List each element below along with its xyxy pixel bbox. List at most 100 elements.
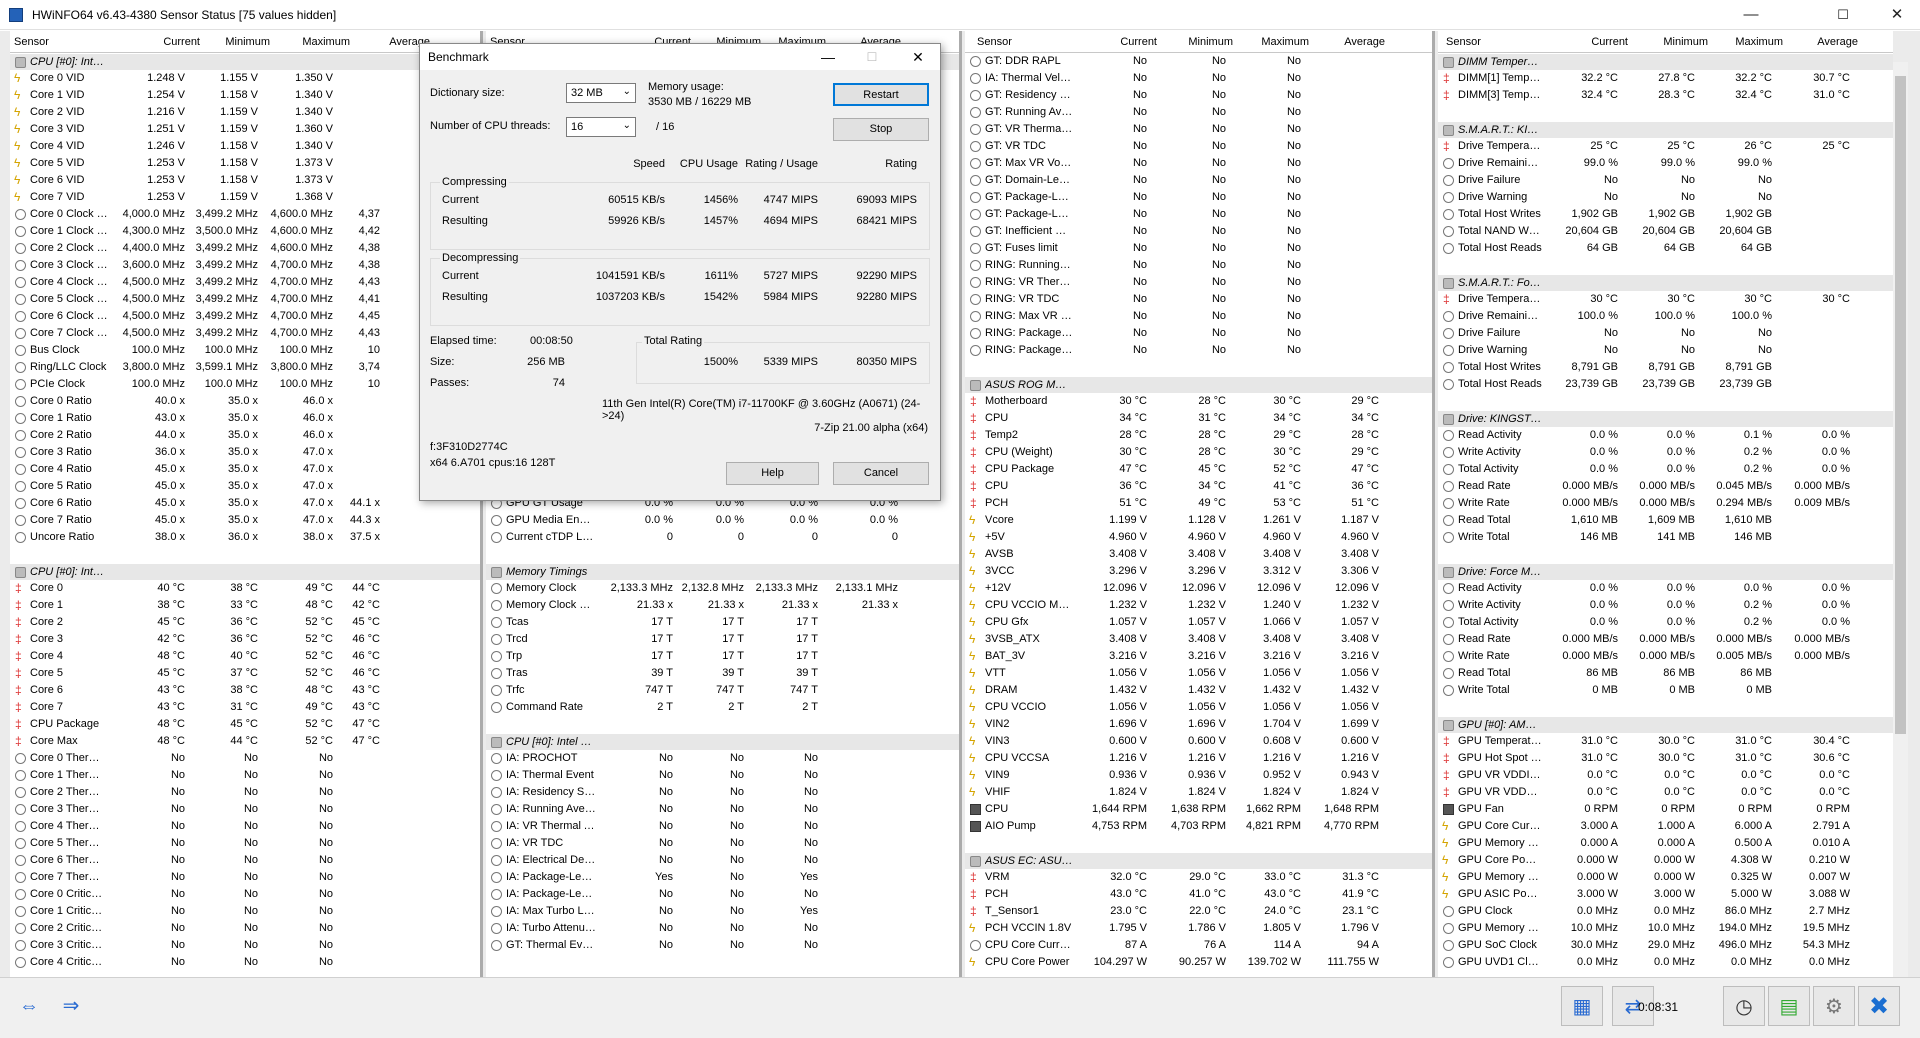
sensor-row[interactable]: Total Host Writes 1,902 GB 1,902 GB 1,902 G…: [1438, 206, 1893, 223]
column-header[interactable]: Sensor Current Minimum Maximum Average: [1438, 31, 1893, 53]
sensor-row[interactable]: CPU Core Current 87 A 76 A 114 A 94 A: [965, 937, 1432, 954]
sensor-row[interactable]: ‡ Core Max 48 °C 44 °C 52 °C 47 °C: [10, 733, 480, 750]
header-average[interactable]: Average: [350, 36, 430, 48]
sensor-row[interactable]: GPU SoC Clock 30.0 MHz 29.0 MHz 496.0 MHz 54…: [1438, 937, 1893, 954]
sensor-row[interactable]: Uncore Ratio 38.0 x 36.0 x 38.0 x 37.5 x: [10, 529, 480, 546]
sensor-row[interactable]: RING: VR TDC No No No: [965, 291, 1432, 308]
sensor-row[interactable]: ‡ CPU Package 47 °C 45 °C 52 °C 47 °C: [965, 461, 1432, 478]
sensor-row[interactable]: IA: Package-Level ... Yes No Yes: [486, 869, 959, 886]
sensor-row[interactable]: GPU Media Engine ... 0.0 % 0.0 % 0.0 % 0.0 %: [486, 512, 959, 529]
sensor-row[interactable]: IA: Thermal Velocit... No No No: [965, 70, 1432, 87]
header-current[interactable]: Current: [120, 36, 200, 48]
sensor-row[interactable]: Total Host Writes 8,791 GB 8,791 GB 8,791 G…: [1438, 359, 1893, 376]
sensor-row[interactable]: Core 5 Ratio 45.0 x 35.0 x 47.0 x: [10, 478, 480, 495]
close-sensors-icon[interactable]: ✖: [1858, 986, 1900, 1026]
sensor-row[interactable]: ‡ Motherboard 30 °C 28 °C 30 °C 29 °C: [965, 393, 1432, 410]
sensor-row[interactable]: Core 1 Clock (perf ... 4,300.0 MHz 3,500.0…: [10, 223, 480, 240]
sensor-row[interactable]: ‡ Core 5 45 °C 37 °C 52 °C 46 °C: [10, 665, 480, 682]
sensor-row[interactable]: Total Activity 0.0 % 0.0 % 0.2 % 0.0 %: [1438, 461, 1893, 478]
sensor-row[interactable]: ‡ CPU Package 48 °C 45 °C 52 °C 47 °C: [10, 716, 480, 733]
sensor-row[interactable]: Write Total 146 MB 141 MB 146 MB: [1438, 529, 1893, 546]
sensor-row[interactable]: Read Rate 0.000 MB/s 0.000 MB/s 0.000 MB/s 0…: [1438, 631, 1893, 648]
sensor-row[interactable]: Core 4 Ratio 45.0 x 35.0 x 47.0 x: [10, 461, 480, 478]
cpu-threads-select[interactable]: 16 ⌄: [566, 117, 636, 137]
sensor-row[interactable]: GPU Fan 0 RPM 0 RPM 0 RPM 0 RPM: [1438, 801, 1893, 818]
sensor-group-header[interactable]: CPU [#0]: Intel Cor...: [10, 563, 480, 580]
benchmark-minimize-button[interactable]: —: [806, 44, 850, 70]
sensor-row[interactable]: Core 7 Clock (perf ... 4,500.0 MHz 3,499.2…: [10, 325, 480, 342]
sensor-row[interactable]: Core 2 Thermal Thr... No No No: [10, 784, 480, 801]
minimize-button[interactable]: —: [1728, 0, 1774, 30]
sensor-row[interactable]: Tcas 17 T 17 T 17 T: [486, 614, 959, 631]
sensor-row[interactable]: ‡ VRM 32.0 °C 29.0 °C 33.0 °C 31.3 °C: [965, 869, 1432, 886]
sensor-group-header[interactable]: CPU [#0]: Intel Cor...: [10, 53, 480, 70]
header-maximum[interactable]: Maximum: [1703, 36, 1783, 48]
sensor-row[interactable]: ϟ VIN9 0.936 V 0.936 V 0.952 V 0.943 V: [965, 767, 1432, 784]
sensor-row[interactable]: ϟ GPU Memory Curre... 0.000 A 0.000 A 0.500 …: [1438, 835, 1893, 852]
sensor-row[interactable]: Read Total 1,610 MB 1,609 MB 1,610 MB: [1438, 512, 1893, 529]
sensor-row[interactable]: Core 6 Clock (perf ... 4,500.0 MHz 3,499.2…: [10, 308, 480, 325]
sensor-row[interactable]: GT: VR TDC No No No: [965, 138, 1432, 155]
sensor-row[interactable]: RING: Package-Lev... No No No: [965, 342, 1432, 359]
sensor-row[interactable]: IA: Max Turbo Limit No No Yes: [486, 903, 959, 920]
navigate-left-right-icon[interactable]: ⇔: [10, 986, 48, 1026]
sensor-row[interactable]: ‡ Core 6 43 °C 38 °C 48 °C 43 °C: [10, 682, 480, 699]
header-minimum[interactable]: Minimum: [190, 36, 270, 48]
column-header[interactable]: Sensor Current Minimum Maximum Average: [965, 31, 1432, 53]
sensor-row[interactable]: Core 6 Ratio 45.0 x 35.0 x 47.0 x 44.1 x: [10, 495, 480, 512]
sensor-row[interactable]: ‡ Core 7 43 °C 31 °C 49 °C 43 °C: [10, 699, 480, 716]
sensor-row[interactable]: Core 5 Clock (perf ... 4,500.0 MHz 3,499.2…: [10, 291, 480, 308]
sensor-row[interactable]: ϟ Core 1 VID 1.254 V 1.158 V 1.340 V: [10, 87, 480, 104]
sensor-row[interactable]: GT: Max VR Voltage... No No No: [965, 155, 1432, 172]
sensor-row[interactable]: Read Rate 0.000 MB/s 0.000 MB/s 0.045 MB/s 0…: [1438, 478, 1893, 495]
sensor-row[interactable]: Write Activity 0.0 % 0.0 % 0.2 % 0.0 %: [1438, 444, 1893, 461]
sensor-row[interactable]: Write Activity 0.0 % 0.0 % 0.2 % 0.0 %: [1438, 597, 1893, 614]
sensor-row[interactable]: ϟ DRAM 1.432 V 1.432 V 1.432 V 1.432 V: [965, 682, 1432, 699]
sensor-row[interactable]: Total Host Reads 64 GB 64 GB 64 GB: [1438, 240, 1893, 257]
sensor-row[interactable]: ϟ VIN3 0.600 V 0.600 V 0.608 V 0.600 V: [965, 733, 1432, 750]
sensor-row[interactable]: ϟ Core 5 VID 1.253 V 1.158 V 1.373 V: [10, 155, 480, 172]
sensor-row[interactable]: Core 2 Ratio 44.0 x 35.0 x 46.0 x: [10, 427, 480, 444]
sensor-row[interactable]: RING: Max VR Volta... No No No: [965, 308, 1432, 325]
sensor-row[interactable]: GT: Thermal Event No No No: [486, 937, 959, 954]
sensor-row[interactable]: ‡ T_Sensor1 23.0 °C 22.0 °C 24.0 °C 23.1 °C: [965, 903, 1432, 920]
sensor-row[interactable]: GPU Clock 0.0 MHz 0.0 MHz 86.0 MHz 2.7 MHz: [1438, 903, 1893, 920]
sensor-row[interactable]: GT: Fuses limit No No No: [965, 240, 1432, 257]
sensor-row[interactable]: Trfc 747 T 747 T 747 T: [486, 682, 959, 699]
sensor-row[interactable]: GT: Domain-Level P... No No No: [965, 172, 1432, 189]
sensor-row[interactable]: ‡ Core 1 38 °C 33 °C 48 °C 42 °C: [10, 597, 480, 614]
sensor-row[interactable]: ϟ VHIF 1.824 V 1.824 V 1.824 V 1.824 V: [965, 784, 1432, 801]
sensor-row[interactable]: IA: VR Thermal Alert No No No: [486, 818, 959, 835]
sensor-row[interactable]: RING: VR Thermal ... No No No: [965, 274, 1432, 291]
sensor-row[interactable]: ‡ GPU VR VDDCI Tem... 0.0 °C 0.0 °C 0.0 °C 0.…: [1438, 784, 1893, 801]
sensor-row[interactable]: ϟ CPU VCCIO Mem OC 1.232 V 1.232 V 1.240 V 1.…: [965, 597, 1432, 614]
sensor-row[interactable]: ϟ 3VCC 3.296 V 3.296 V 3.312 V 3.306 V: [965, 563, 1432, 580]
sensor-row[interactable]: Drive Warning No No No: [1438, 342, 1893, 359]
sensor-row[interactable]: ϟ Core 0 VID 1.248 V 1.155 V 1.350 V: [10, 70, 480, 87]
sensor-row[interactable]: ‡ GPU VR VDDIO Tem... 0.0 °C 0.0 °C 0.0 °C 0.…: [1438, 767, 1893, 784]
sensor-group-header[interactable]: GPU [#0]: AMD Ra...: [1438, 716, 1893, 733]
sensor-row[interactable]: ϟ +5V 4.960 V 4.960 V 4.960 V 4.960 V: [965, 529, 1432, 546]
add-report-icon[interactable]: ▤: [1768, 986, 1810, 1026]
sensor-row[interactable]: Write Total 0 MB 0 MB 0 MB: [1438, 682, 1893, 699]
sensor-row[interactable]: IA: PROCHOT No No No: [486, 750, 959, 767]
sensor-row[interactable]: Current cTDP Level 0 0 0 0: [486, 529, 959, 546]
sensor-row[interactable]: CPU 1,644 RPM 1,638 RPM 1,662 RPM 1,648 RPM: [965, 801, 1432, 818]
header-sensor[interactable]: Sensor: [1446, 36, 1481, 48]
sensor-row[interactable]: GT: Package-Level ... No No No: [965, 189, 1432, 206]
header-current[interactable]: Current: [1548, 36, 1628, 48]
sensor-row[interactable]: Core 1 Critical Tem... No No No: [10, 903, 480, 920]
sensor-row[interactable]: GT: DDR RAPL No No No: [965, 53, 1432, 70]
sensor-row[interactable]: ‡ Temp2 28 °C 28 °C 29 °C 28 °C: [965, 427, 1432, 444]
sensor-row[interactable]: Drive Failure No No No: [1438, 325, 1893, 342]
sensor-row[interactable]: ‡ PCH 43.0 °C 41.0 °C 43.0 °C 41.9 °C: [965, 886, 1432, 903]
sensor-row[interactable]: ϟ VIN2 1.696 V 1.696 V 1.704 V 1.699 V: [965, 716, 1432, 733]
restart-button[interactable]: Restart: [833, 83, 929, 106]
sensor-row[interactable]: ‡ Core 4 48 °C 40 °C 52 °C 46 °C: [10, 648, 480, 665]
help-button[interactable]: Help: [726, 462, 819, 485]
close-button[interactable]: ✕: [1874, 0, 1920, 30]
sensor-row[interactable]: ϟ 3VSB_ATX 3.408 V 3.408 V 3.408 V 3.408 V: [965, 631, 1432, 648]
column-header[interactable]: Sensor Current Minimum Maximum Average: [10, 31, 480, 53]
sensor-row[interactable]: ϟ CPU VCCIO 1.056 V 1.056 V 1.056 V 1.056 V: [965, 699, 1432, 716]
sensor-row[interactable]: IA: Thermal Event No No No: [486, 767, 959, 784]
